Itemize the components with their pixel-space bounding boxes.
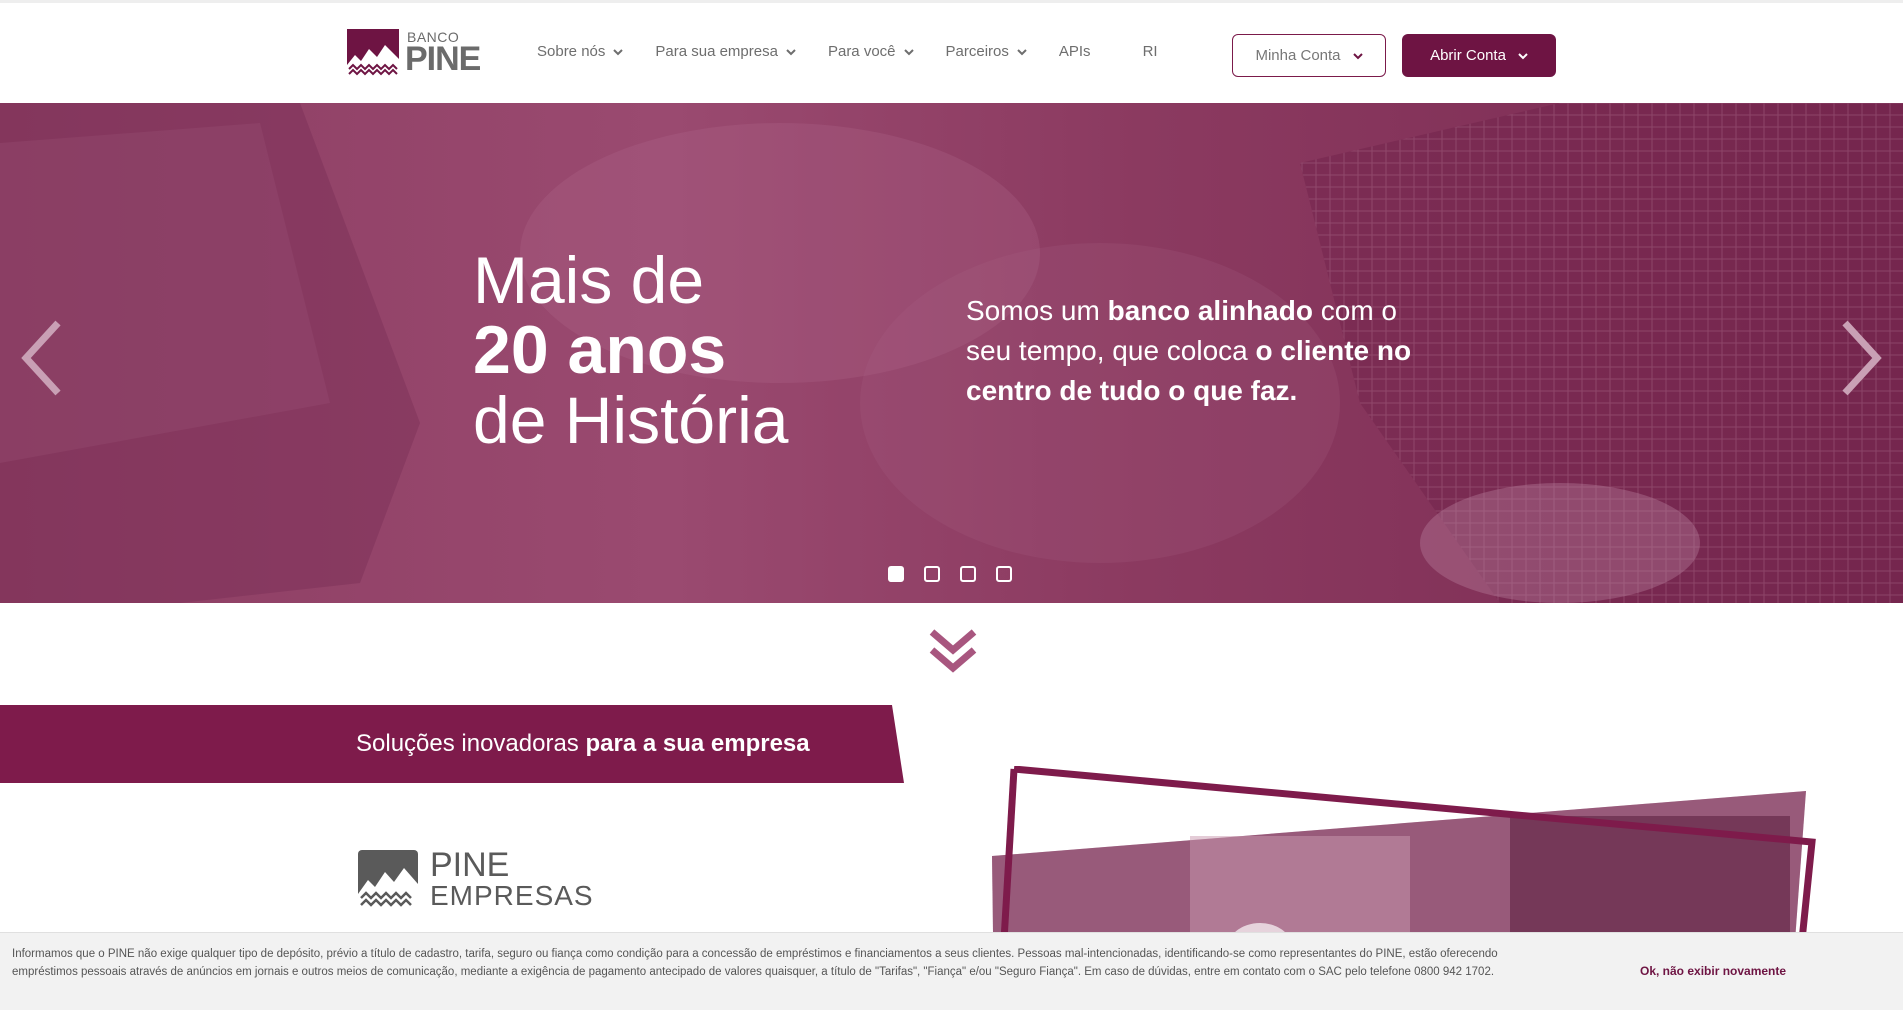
banco-pine-logo[interactable]: BANCO PINE [347,25,487,79]
nav-ri[interactable]: RI [1143,43,1158,60]
scroll-down-button[interactable] [928,628,978,678]
section-title: Soluções inovadoras para a sua empresa [356,730,810,758]
chevron-down-icon [786,48,796,55]
slider-prev-arrow[interactable] [18,318,68,398]
nav-apis[interactable]: APIs [1059,43,1091,60]
chevron-down-icon [1518,52,1528,59]
chevron-down-icon [1017,48,1027,55]
cookie-notice-bar: Informamos que o PINE não exige qualquer… [0,932,1903,1010]
site-header: BANCO PINE Sobre nós Para sua empresa Pa… [0,0,1903,103]
nav-apis-label: APIs [1058,43,1091,60]
pine-logo-icon [347,29,399,77]
hero-slider: Mais de 20 anos de História Somos um ban… [0,103,1903,603]
slider-next-arrow[interactable] [1835,318,1885,398]
section-title-regular: Soluções inovadoras [356,730,586,757]
slider-dot-2[interactable] [924,566,940,582]
chevron-right-icon [1842,320,1882,396]
nav-ri-label: RI [1142,43,1158,60]
cookie-notice-text: Informamos que o PINE não exige qualquer… [12,948,1498,978]
hero-text-part1: Somos um [966,295,1108,326]
slider-pagination [888,566,1032,582]
logo-pine-text: PINE [405,40,481,78]
nav-parceiros-label: Parceiros [945,43,1009,60]
nav-sobre-nos-label: Sobre nós [537,43,606,60]
pine-empresas-logo: PINE EMPRESAS [358,846,593,912]
cookie-dismiss-button[interactable]: Ok, não exibir novamente [1640,964,1786,978]
slider-dot-1[interactable] [888,566,904,582]
double-chevron-down-icon [929,629,977,673]
slider-dot-3[interactable] [960,566,976,582]
hero-description: Somos um banco alinhado com o seu tempo,… [966,291,1436,411]
hero-title: Mais de 20 anos de História [473,245,788,455]
nav-para-voce-label: Para você [827,43,896,60]
chevron-down-icon [613,48,624,55]
hero-text-bold1: banco alinhado [1107,295,1313,326]
minha-conta-label: Minha Conta [1255,47,1341,64]
pine-empresas-line2: EMPRESAS [430,880,594,911]
chevron-left-icon [21,320,61,396]
abrir-conta-label: Abrir Conta [1430,47,1506,64]
minha-conta-button[interactable]: Minha Conta [1232,34,1386,77]
chevron-down-icon [903,48,914,55]
slider-dot-4[interactable] [996,566,1012,582]
nav-para-voce[interactable]: Para você [828,43,914,60]
hero-title-line3: de História [473,383,789,457]
hero-background-image [0,103,1903,603]
abrir-conta-button[interactable]: Abrir Conta [1402,34,1556,77]
section-title-bold: para a sua empresa [585,730,810,757]
nav-parceiros[interactable]: Parceiros [946,43,1027,60]
chevron-down-icon [1352,52,1363,59]
pine-empresas-logo-icon [358,850,418,908]
nav-para-sua-empresa[interactable]: Para sua empresa [655,43,796,60]
hero-title-line2: 20 anos [473,312,727,388]
nav-sobre-nos[interactable]: Sobre nós [537,43,624,60]
main-nav: Sobre nós Para sua empresa Para você Par… [537,43,1190,60]
nav-para-sua-empresa-label: Para sua empresa [655,43,778,60]
hero-title-line1: Mais de [473,243,705,317]
